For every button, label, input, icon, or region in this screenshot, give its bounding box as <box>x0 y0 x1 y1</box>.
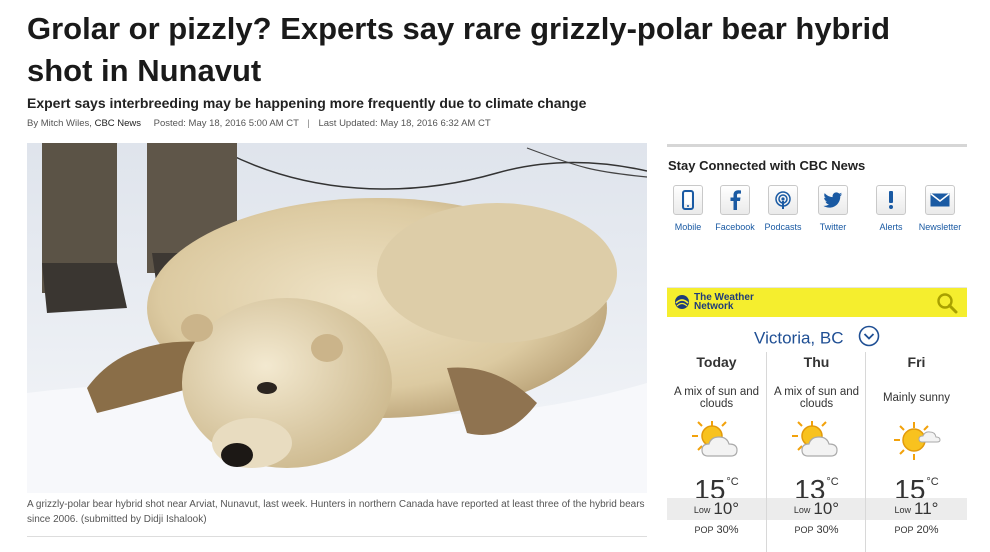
pop-label: POP <box>694 525 714 535</box>
mobile-phone-icon <box>673 185 703 215</box>
byline-outlet-link[interactable]: CBC News <box>95 118 141 129</box>
stay-connected-title: Stay Connected with CBC News <box>668 158 866 173</box>
social-facebook[interactable]: Facebook <box>710 185 760 232</box>
social-podcasts[interactable]: Podcasts <box>758 185 808 232</box>
low-label: Low <box>693 504 711 515</box>
social-twitter[interactable]: Twitter <box>808 185 858 232</box>
caption-divider <box>27 536 647 537</box>
stay-connected-box: Stay Connected with CBC News Mobile Face… <box>667 144 967 247</box>
forecast-condition: A mix of sun and clouds <box>773 386 860 410</box>
sun-small-cloud-icon <box>892 418 942 464</box>
social-links: Mobile Facebook Podcasts Twitter Alerts <box>667 185 967 245</box>
forecast-low: Low 10° <box>767 498 866 520</box>
forecast-low-value: 10° <box>813 499 840 518</box>
social-newsletter[interactable]: Newsletter <box>915 185 965 232</box>
social-label: Twitter <box>819 222 847 232</box>
byline: By Mitch Wiles, CBC News Posted: May 18,… <box>27 118 491 129</box>
weather-brand: The Weather Network <box>694 292 754 312</box>
alert-exclamation-icon <box>876 185 906 215</box>
weather-search-button[interactable] <box>936 292 958 319</box>
facebook-icon <box>720 185 750 215</box>
temperature-unit: °C <box>726 476 739 488</box>
forecast-condition: A mix of sun and clouds <box>673 386 760 410</box>
forecast-pop-value: 30% <box>816 524 839 536</box>
forecast-day-thu: Thu A mix of sun and clouds 13°C Low 10° … <box>766 352 866 552</box>
article-subheadline: Expert says interbreeding may be happeni… <box>27 95 587 111</box>
weather-widget: The Weather Network Victoria, BC Today A… <box>667 287 967 552</box>
weather-network-icon <box>675 295 689 309</box>
weather-city: Victoria, BC <box>754 328 844 348</box>
temperature-unit: °C <box>926 476 939 488</box>
forecast-pop: POP 30% <box>667 524 766 536</box>
pop-label: POP <box>794 525 814 535</box>
podcast-icon <box>768 185 798 215</box>
low-label: Low <box>793 504 811 515</box>
envelope-icon <box>925 185 955 215</box>
article-photo[interactable] <box>27 143 647 493</box>
forecast-low: Low 10° <box>667 498 766 520</box>
social-label: Newsletter <box>918 222 962 232</box>
byline-posted: Posted: May 18, 2016 5:00 AM CT <box>153 118 299 129</box>
social-alerts[interactable]: Alerts <box>866 185 916 232</box>
social-label: Alerts <box>879 222 903 232</box>
temperature-unit: °C <box>826 476 839 488</box>
forecast-pop-value: 30% <box>716 524 739 536</box>
article-headline: Grolar or pizzly? Experts say rare grizz… <box>27 11 891 88</box>
byline-author: By Mitch Wiles, <box>27 118 92 129</box>
weather-location-row: Victoria, BC <box>667 325 967 352</box>
forecast-day-today: Today A mix of sun and clouds 15°C Low 10… <box>667 352 766 552</box>
forecast-day-name: Today <box>696 354 737 370</box>
sun-cloud-icon <box>791 418 842 464</box>
social-mobile[interactable]: Mobile <box>663 185 713 232</box>
pop-label: POP <box>894 525 914 535</box>
forecast-low-value: 10° <box>713 499 740 518</box>
search-icon <box>937 293 958 314</box>
weather-network-logo[interactable]: The Weather Network <box>674 292 764 312</box>
social-label: Facebook <box>715 222 755 232</box>
twitter-bird-icon <box>818 185 848 215</box>
photo-caption: A grizzly-polar bear hybrid shot near Ar… <box>27 499 645 525</box>
location-dropdown-button[interactable] <box>858 325 880 352</box>
forecast-low: Low 11° <box>866 498 967 520</box>
social-label: Mobile <box>674 222 702 232</box>
sun-cloud-icon <box>691 418 742 464</box>
weather-header: The Weather Network <box>667 288 967 317</box>
byline-separator: | <box>307 118 310 129</box>
forecast-day-name: Fri <box>907 354 926 370</box>
forecast-pop: POP 30% <box>767 524 866 536</box>
forecast-day-name: Thu <box>803 354 830 370</box>
low-label: Low <box>894 504 912 515</box>
forecast-pop: POP 20% <box>866 524 967 536</box>
social-label: Podcasts <box>764 222 802 232</box>
forecast-day-fri: Fri Mainly sunny 15°C Low 11° POP 20% <box>865 352 967 552</box>
forecast-pop-value: 20% <box>916 524 939 536</box>
forecast-condition: Mainly sunny <box>882 392 951 404</box>
bear-photo-illustration <box>27 143 647 493</box>
byline-updated: Last Updated: May 18, 2016 6:32 AM CT <box>318 118 491 129</box>
forecast-low-value: 11° <box>914 499 939 518</box>
chevron-down-circle-icon <box>858 325 880 347</box>
